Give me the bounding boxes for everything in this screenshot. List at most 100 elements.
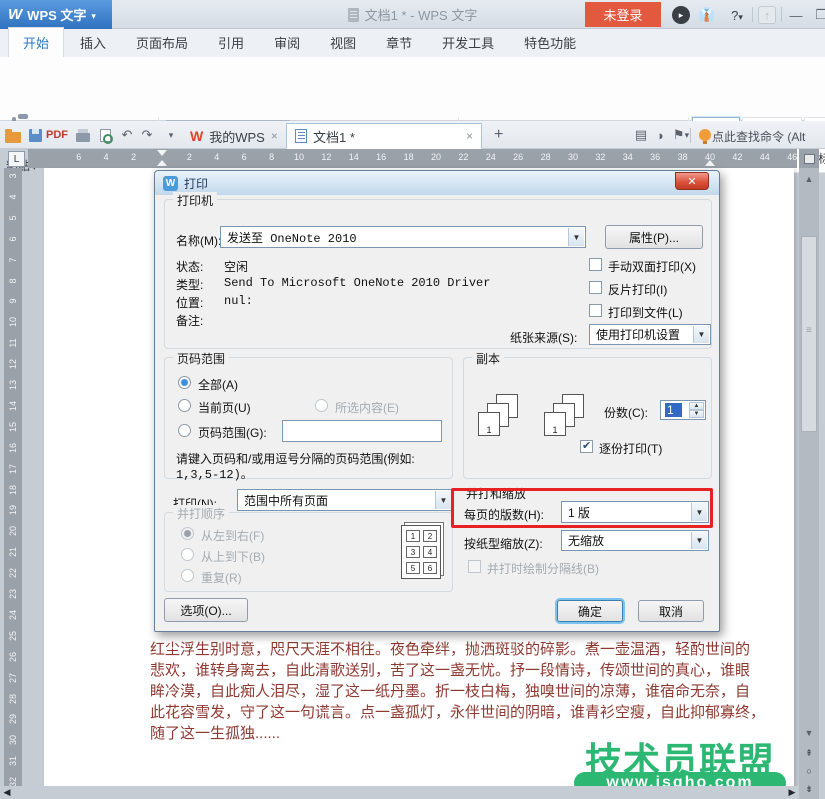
collate-checkbox[interactable] — [580, 440, 593, 453]
print-to-file-checkbox[interactable] — [589, 304, 602, 317]
tab-section[interactable]: 章节 — [372, 28, 426, 57]
tab-stop-selector[interactable]: L — [8, 151, 25, 167]
maximize-button[interactable] — [812, 6, 825, 24]
vertical-scrollbar[interactable]: ▲ ▼ ⇞ ○ ⇟ — [799, 168, 819, 799]
print-preview-button[interactable] — [96, 126, 114, 144]
folder-icon — [5, 132, 21, 143]
community-icon[interactable]: ▸ — [672, 6, 690, 24]
manual-duplex-checkbox[interactable] — [589, 258, 602, 271]
stacked-page: 1 — [544, 412, 566, 436]
options-button[interactable]: 选项(O)... — [164, 598, 248, 622]
previous-page-icon[interactable]: ⇞ — [799, 744, 819, 762]
close-icon[interactable]: × — [271, 129, 278, 143]
print-button[interactable] — [74, 126, 92, 144]
reverse-print-checkbox[interactable] — [589, 281, 602, 294]
app-name: WPS 文字 — [27, 5, 86, 24]
ruler-number: 29 — [8, 712, 18, 726]
ruler-number: 23 — [8, 587, 18, 601]
copies-stepper[interactable]: 1 ▲▼ — [660, 400, 706, 420]
ruler-number: 4 — [104, 152, 109, 162]
help-icon[interactable]: ? — [724, 6, 750, 24]
ruler-number: 46 — [787, 152, 797, 162]
print-what-combo[interactable]: 范围中所有页面 ▼ — [237, 489, 453, 511]
horizontal-scrollbar[interactable]: ◀ ▶ — [0, 786, 799, 799]
ruler-number: 31 — [8, 754, 18, 768]
ruler-number: 21 — [8, 545, 18, 559]
minimize-button[interactable] — [787, 6, 805, 24]
paper-source-combo[interactable]: 使用打印机设置 ▼ — [589, 324, 711, 345]
undo-button[interactable]: ↶ — [118, 126, 136, 144]
new-tab-button[interactable]: + — [494, 126, 503, 144]
first-line-indent-marker[interactable] — [157, 150, 167, 156]
find-command-hint[interactable]: 点此查找命令 (Alt — [712, 128, 825, 145]
next-page-icon[interactable]: ⇟ — [799, 780, 819, 798]
dialog-title: 打印 — [184, 175, 208, 192]
ruler-number: 19 — [8, 503, 18, 517]
login-button[interactable]: 未登录 — [585, 2, 661, 27]
tab-view[interactable]: 视图 — [316, 28, 370, 57]
pages-per-sheet-combo[interactable]: 1 版 ▼ — [561, 501, 709, 523]
page-range-input[interactable] — [282, 420, 442, 442]
copies-group: 副本 321 321 份数(C): 1 ▲▼ 逐份打印(T) — [463, 357, 712, 479]
spin-down-icon[interactable]: ▼ — [689, 410, 704, 418]
doc-tab-home[interactable]: W 我的WPS × — [182, 123, 286, 149]
ruler-number: 6 — [242, 152, 247, 162]
range-pages-radio[interactable] — [178, 424, 191, 437]
printer-name-combo[interactable]: 发送至 OneNote 2010 ▼ — [220, 226, 586, 248]
ruler-number: 8 — [269, 152, 274, 162]
chevron-down-icon: ▼ — [693, 326, 709, 343]
printer-icon — [76, 133, 90, 142]
ruler-vertical[interactable]: 3456789101112131415161718192021222324252… — [4, 168, 22, 786]
scroll-right-icon[interactable]: ▶ — [785, 786, 799, 799]
ruler-number: 18 — [8, 483, 18, 497]
ruler-number: 26 — [513, 152, 523, 162]
ruler-horizontal[interactable]: 6422468101214161820222426283032343638404… — [28, 149, 797, 168]
close-icon[interactable]: ✕ — [675, 172, 709, 190]
print-dialog-titlebar[interactable]: W 打印 — [155, 171, 719, 195]
ruler-number: 42 — [732, 152, 742, 162]
tab-special-features[interactable]: 特色功能 — [510, 28, 590, 57]
scroll-left-icon[interactable]: ◀ — [0, 786, 14, 799]
cancel-button[interactable]: 取消 — [638, 600, 704, 622]
close-icon[interactable]: × — [466, 129, 473, 143]
tab-insert[interactable]: 插入 — [66, 28, 120, 57]
spin-up-icon[interactable]: ▲ — [689, 402, 704, 410]
skin-icon[interactable]: 👔 — [698, 6, 716, 24]
ruler-number: 6 — [8, 232, 18, 246]
ruler-number: 4 — [8, 190, 18, 204]
tab-references[interactable]: 引用 — [204, 28, 258, 57]
left-indent-marker[interactable] — [157, 160, 167, 166]
ruler-number: 14 — [349, 152, 359, 162]
chevron-down-icon — [91, 7, 96, 22]
more-tools-icon[interactable]: ⚑ — [672, 126, 690, 144]
redo-button[interactable]: ↷ — [138, 126, 156, 144]
ruler-toggle-icon[interactable] — [799, 149, 819, 168]
nup-cell: 1 — [406, 530, 420, 542]
range-current-radio[interactable] — [178, 399, 191, 412]
printer-group: 打印机 名称(M): 发送至 OneNote 2010 ▼ 属性(P)... 状… — [164, 199, 712, 349]
restore-up-icon: ↑ — [758, 6, 776, 24]
tab-developer[interactable]: 开发工具 — [428, 28, 508, 57]
quick-access-more-button[interactable] — [162, 126, 180, 144]
export-pdf-button[interactable]: PDF — [48, 126, 66, 144]
ruler-number: 40 — [705, 152, 715, 162]
save-button[interactable] — [26, 126, 44, 144]
wps-menu-button[interactable]: W WPS 文字 — [0, 0, 112, 29]
scroll-up-icon[interactable]: ▲ — [799, 170, 819, 187]
collated-pages-icon: 321 — [478, 394, 524, 442]
printer-properties-button[interactable]: 属性(P)... — [605, 225, 703, 249]
ok-button[interactable]: 确定 — [557, 600, 623, 622]
ink-icon[interactable]: ◗ — [652, 126, 670, 144]
scrollbar-thumb[interactable] — [801, 236, 817, 432]
range-all-radio[interactable] — [178, 376, 191, 389]
scroll-down-icon[interactable]: ▼ — [799, 724, 819, 741]
tab-review[interactable]: 审阅 — [260, 28, 314, 57]
ruler-number: 22 — [8, 566, 18, 580]
select-browse-object-icon[interactable]: ○ — [799, 762, 819, 780]
tab-home[interactable]: 开始 — [8, 27, 64, 57]
doc-tab-document1[interactable]: 文档1 * × — [286, 123, 482, 149]
open-button[interactable] — [4, 126, 22, 144]
scale-to-paper-combo[interactable]: 无缩放 ▼ — [561, 530, 709, 551]
history-icon[interactable]: ▤ — [632, 126, 650, 144]
tab-page-layout[interactable]: 页面布局 — [122, 28, 202, 57]
